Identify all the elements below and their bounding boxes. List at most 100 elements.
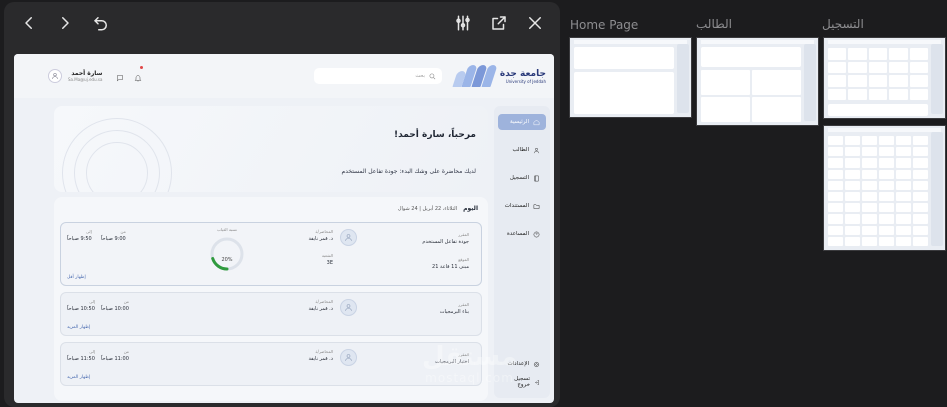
- schedule-header: اليوم الثلاثاء، 22 أبريل | 24 شوال: [60, 205, 482, 212]
- header-icons: [116, 65, 144, 86]
- user-icon: [52, 73, 58, 80]
- from-label: من: [120, 229, 126, 234]
- to-label: إلى: [89, 299, 95, 304]
- external-link-icon[interactable]: [488, 12, 510, 34]
- logo-english-text: University of Jeddah: [505, 78, 546, 84]
- location-label: الموقع: [458, 257, 469, 262]
- sidebar-item-registration[interactable]: التسجيل: [498, 170, 546, 186]
- watermark-english: mostaql.com: [425, 371, 514, 385]
- lecturer-name: د. قمر نايفة: [308, 236, 333, 242]
- sliders-icon[interactable]: [452, 12, 474, 34]
- book-icon: [534, 175, 539, 181]
- sidebar-item-label: الطالب: [512, 147, 529, 153]
- sidebar-item-label: الرئيسية: [510, 119, 529, 125]
- search-icon: [429, 73, 436, 79]
- from-time: 10:00 صباحاً: [101, 306, 129, 312]
- sidebar-item-label: التسجيل: [509, 175, 529, 181]
- chat-icon[interactable]: [116, 67, 124, 86]
- sidebar-item-student[interactable]: الطالب: [498, 142, 546, 158]
- attendance-ring: [210, 237, 244, 271]
- lecturer-label: المحاضر/ة: [315, 299, 334, 304]
- search-placeholder: بحث: [415, 73, 425, 79]
- thumb-label-home: Home Page: [570, 18, 639, 32]
- folder-icon: [533, 204, 540, 209]
- lecturer-name: د. قمر نايفة: [308, 356, 333, 362]
- lecturer-name: د. قمر نايفة: [308, 306, 333, 312]
- course-label: المقرر: [458, 232, 469, 237]
- from-time: 9:00 صباحاً: [101, 236, 126, 242]
- page-thumbnails: Home Page الطالب التسجيل: [566, 0, 947, 407]
- attendance-gauge: نسبة الغياب 20%: [207, 227, 247, 274]
- from-label: من: [123, 349, 129, 354]
- sidebar-item-help[interactable]: المساعدة: [498, 226, 546, 242]
- from-time: 11:00 صباحاً: [101, 356, 129, 362]
- user-name: سارة أحمد: [71, 70, 103, 77]
- university-logo: جامعة جدة University of Jeddah: [452, 63, 546, 89]
- attendance-value: 20%: [221, 257, 233, 263]
- lecture-card[interactable]: المقرر بناء البرمجيات المحاضر/ة د. قمر ن…: [60, 292, 482, 336]
- course-name: جودة تفاعل المستخدم: [422, 239, 469, 245]
- logout-icon: [535, 379, 539, 385]
- thumbnail-registration[interactable]: [823, 37, 946, 119]
- thumbnail-student[interactable]: [696, 37, 819, 126]
- dashboard-header: جامعة جدة University of Jeddah بحث سارة …: [14, 54, 554, 98]
- thumb-label-student: الطالب: [696, 17, 732, 31]
- chevron-right-icon[interactable]: [54, 12, 76, 34]
- sidebar-item-home[interactable]: الرئيسية: [498, 114, 546, 130]
- thumb-label-registration: التسجيل: [822, 17, 864, 31]
- course-name: بناء البرمجيات: [439, 309, 469, 315]
- viewer-toolbar: [4, 2, 560, 44]
- thumbnail-registration-table[interactable]: [823, 125, 946, 251]
- logo-arabic-text: جامعة جدة: [499, 68, 546, 79]
- user-email: Sa.Ma@uj.edu.sa: [68, 77, 103, 82]
- to-time: 10:50 صباحاً: [67, 306, 95, 312]
- lecture-card[interactable]: المقرر اختبار البرمجيات المحاضر/ة د. قمر…: [60, 342, 482, 386]
- user-icon: [345, 234, 352, 241]
- gear-icon: [533, 361, 540, 367]
- lecturer-avatar: [340, 299, 357, 316]
- thumbnail-home[interactable]: [569, 37, 692, 118]
- to-label: إلى: [89, 349, 95, 354]
- avatar: [48, 69, 62, 83]
- home-icon: [533, 119, 540, 125]
- logo-mark-icon: [452, 63, 498, 89]
- welcome-message: لديك محاضرة على وشك البدء: جودة تفاعل ال…: [341, 168, 476, 175]
- search-input[interactable]: بحث: [313, 68, 442, 84]
- course-label: المقرر: [458, 302, 469, 307]
- lecturer-label: المحاضر/ة: [315, 349, 334, 354]
- close-icon[interactable]: [524, 12, 546, 34]
- bell-icon[interactable]: [134, 65, 144, 86]
- lecture-card[interactable]: المقرر جودة تفاعل المستخدم الموقع مبنى 1…: [60, 222, 482, 286]
- sidebar-item-label: المستندات: [504, 203, 529, 209]
- user-icon: [533, 147, 540, 153]
- section-value: 3E: [326, 260, 333, 266]
- lecturer-avatar: [340, 349, 357, 366]
- user-icon: [345, 304, 352, 311]
- show-more-link[interactable]: إظهار المزيد: [67, 325, 90, 330]
- section-label: الشعبة: [321, 253, 333, 258]
- location-value: مبنى 11 قاعة 21: [432, 264, 469, 270]
- attendance-label: نسبة الغياب: [217, 227, 237, 232]
- sidebar-item-label: المساعدة: [506, 231, 529, 237]
- chevron-left-icon[interactable]: [18, 12, 40, 34]
- help-icon: [533, 231, 540, 237]
- user-icon: [345, 354, 352, 361]
- schedule-date: الثلاثاء، 22 أبريل | 24 شوال: [397, 205, 458, 212]
- to-label: إلى: [86, 229, 92, 234]
- watermark: مستقل mostaql.com: [422, 343, 517, 385]
- to-time: 9:50 صباحاً: [67, 236, 92, 242]
- show-less-link[interactable]: إظهار أقل: [67, 275, 86, 280]
- user-profile[interactable]: سارة أحمد Sa.Ma@uj.edu.sa: [48, 69, 102, 83]
- watermark-arabic: مستقل: [422, 342, 518, 372]
- lecturer-label: المحاضر/ة: [315, 229, 334, 234]
- welcome-title: مرحباً، سارة أحمد!: [393, 130, 476, 140]
- to-time: 11:50 صباحاً: [67, 356, 95, 362]
- window-actions: [452, 12, 546, 34]
- show-more-link[interactable]: إظهار المزيد: [67, 375, 90, 380]
- sidebar-item-documents[interactable]: المستندات: [498, 198, 546, 214]
- nav-controls: [18, 12, 112, 34]
- refresh-icon[interactable]: [90, 12, 112, 34]
- welcome-card: مرحباً، سارة أحمد! لديك محاضرة على وشك ا…: [54, 106, 488, 192]
- today-label: اليوم: [463, 205, 478, 212]
- from-label: من: [123, 299, 129, 304]
